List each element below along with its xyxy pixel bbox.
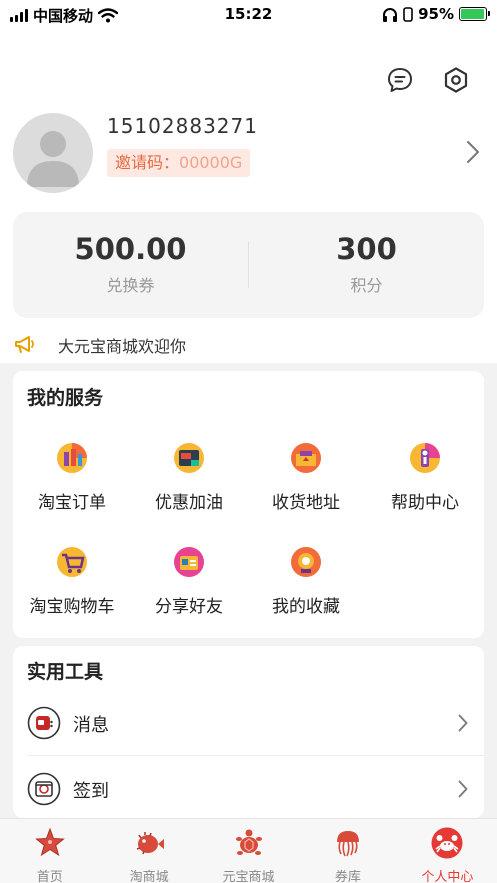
taobao-order-icon xyxy=(57,443,87,473)
tool-checkin-row[interactable]: 签到 xyxy=(13,758,484,822)
service-fuel-discount[interactable]: 优惠加油 xyxy=(134,441,244,513)
tab-yuanbao-mall[interactable]: 元宝商城 xyxy=(199,819,298,883)
invite-code-badge[interactable]: 邀请码：00000G xyxy=(107,149,251,177)
points-stat[interactable]: 300 积分 xyxy=(249,212,484,318)
tab-profile[interactable]: 个人中心 xyxy=(398,819,497,883)
tools-title: 实用工具 xyxy=(27,661,104,683)
notice-bar: 大元宝商城欢迎你 xyxy=(14,332,186,358)
service-label: 优惠加油 xyxy=(155,493,223,513)
battery-icon xyxy=(459,7,490,21)
tab-home[interactable]: 首页 xyxy=(0,819,99,883)
message-bubble-icon[interactable] xyxy=(386,66,414,94)
chevron-right-icon xyxy=(458,780,468,798)
battery-percent: 95% xyxy=(418,5,454,23)
avatar[interactable] xyxy=(13,113,93,193)
tools-card: 实用工具 消息 签到 xyxy=(13,646,484,818)
service-help-center[interactable]: 帮助中心 xyxy=(370,441,480,513)
tab-label: 券库 xyxy=(334,870,361,883)
service-label: 淘宝订单 xyxy=(38,493,106,513)
shipping-address-icon xyxy=(291,443,321,473)
service-label: 收货地址 xyxy=(272,493,340,513)
tab-coupons[interactable]: 券库 xyxy=(298,819,397,883)
help-center-icon xyxy=(410,443,440,473)
chevron-right-icon xyxy=(458,714,468,732)
service-label: 淘宝购物车 xyxy=(29,597,115,617)
pufferfish-icon xyxy=(136,832,165,855)
services-title: 我的服务 xyxy=(27,387,104,409)
status-bar: 中国移动 15:22 95% xyxy=(0,0,497,30)
profile-chevron-right-icon[interactable] xyxy=(466,140,480,164)
tab-label: 淘商城 xyxy=(129,870,169,883)
tool-label: 签到 xyxy=(73,781,109,802)
tool-label: 消息 xyxy=(73,715,109,736)
user-phone-number: 15102883271 xyxy=(107,114,258,138)
checkin-icon xyxy=(27,772,61,806)
service-label: 帮助中心 xyxy=(391,493,459,513)
turtle-icon xyxy=(235,829,262,855)
service-label: 我的收藏 xyxy=(272,597,340,617)
headphones-icon xyxy=(383,7,398,22)
lock-rotation-icon xyxy=(403,6,413,22)
tab-label: 首页 xyxy=(36,870,63,883)
service-favorites[interactable]: 我的收藏 xyxy=(251,545,361,617)
service-share-friends[interactable]: 分享好友 xyxy=(134,545,244,617)
favorites-icon xyxy=(291,547,321,577)
bottom-tab-bar: 首页 淘商城 元宝商城 券库 个人中心 xyxy=(0,818,497,883)
settings-icon[interactable] xyxy=(442,66,470,94)
jellyfish-icon xyxy=(336,831,359,857)
tab-taobao-mall[interactable]: 淘商城 xyxy=(99,819,198,883)
shopping-cart-icon xyxy=(57,547,87,577)
coupon-stat[interactable]: 500.00 兑换券 xyxy=(13,212,248,318)
invite-code-label: 邀请码： xyxy=(115,153,180,172)
points-label: 积分 xyxy=(350,276,383,295)
default-avatar-icon xyxy=(27,131,79,187)
services-card: 我的服务 淘宝订单 优惠加油 收货地址 帮助中心 淘宝购物车 分享好友 我的收藏 xyxy=(13,371,484,638)
service-shipping-address[interactable]: 收货地址 xyxy=(251,441,361,513)
message-icon xyxy=(27,706,61,740)
coupon-value: 500.00 xyxy=(74,232,187,266)
tab-label: 元宝商城 xyxy=(222,870,275,883)
tab-label: 个人中心 xyxy=(421,870,474,883)
fuel-discount-icon xyxy=(174,443,204,473)
stats-card: 500.00 兑换券 300 积分 xyxy=(13,212,484,318)
coupon-label: 兑换券 xyxy=(106,276,155,295)
row-divider xyxy=(27,755,484,756)
service-label: 分享好友 xyxy=(155,597,223,617)
service-taobao-order[interactable]: 淘宝订单 xyxy=(17,441,127,513)
megaphone-icon xyxy=(15,336,34,353)
service-shopping-cart[interactable]: 淘宝购物车 xyxy=(17,545,127,617)
starfish-icon xyxy=(34,827,65,857)
notice-text: 大元宝商城欢迎你 xyxy=(58,337,187,356)
tool-message-row[interactable]: 消息 xyxy=(13,692,484,756)
invite-code-value: 00000G xyxy=(179,153,243,172)
share-friends-icon xyxy=(174,547,204,577)
crab-icon xyxy=(431,827,463,859)
points-value: 300 xyxy=(336,232,397,266)
